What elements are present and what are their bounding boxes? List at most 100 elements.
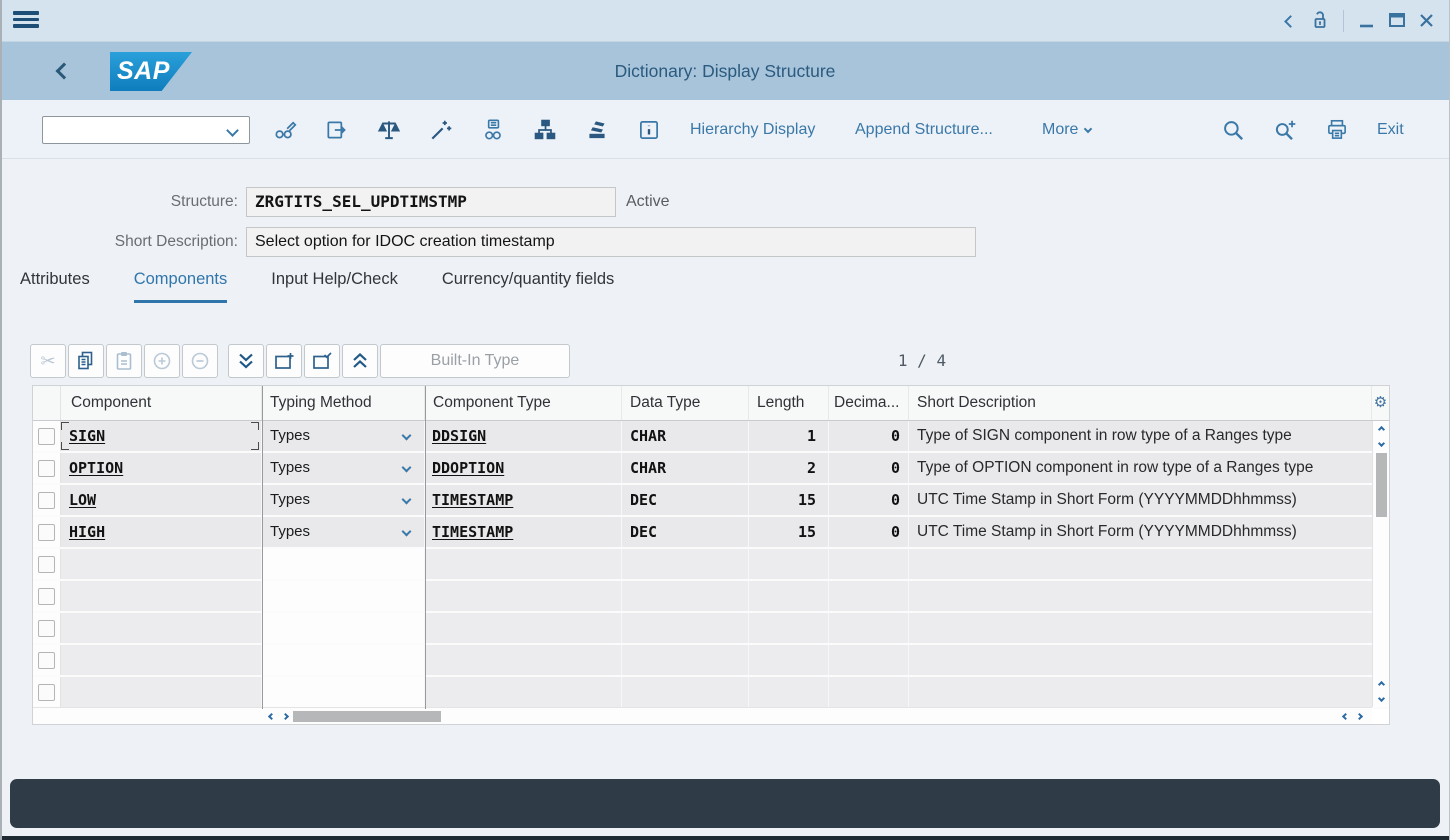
scroll-down-icon[interactable] [1377, 694, 1386, 703]
short-description-field[interactable]: Select option for IDOC creation timestam… [246, 227, 976, 257]
move-down-button[interactable] [228, 344, 264, 378]
toolbar: Hierarchy Display Append Structure... Mo… [0, 100, 1450, 159]
typing-method-cell[interactable]: Types [262, 517, 425, 547]
scroll-right-icon[interactable] [281, 712, 290, 721]
component-name-link[interactable]: LOW [69, 491, 96, 509]
row-checkbox[interactable] [38, 428, 55, 445]
component-type-link[interactable]: DDSIGN [432, 427, 486, 445]
typing-method-cell[interactable] [262, 581, 425, 611]
tab-currency-quantity-fields[interactable]: Currency/quantity fields [442, 270, 614, 303]
component-type-cell[interactable] [425, 645, 622, 675]
tab-attributes[interactable]: Attributes [20, 270, 90, 303]
component-name-link[interactable]: OPTION [69, 459, 123, 477]
unlock-icon[interactable] [1305, 6, 1335, 36]
append-structure-button[interactable]: Append Structure... [855, 100, 993, 159]
component-type-link[interactable]: DDOPTION [432, 459, 504, 477]
component-name-link[interactable]: HIGH [69, 523, 105, 541]
delete-row-button[interactable] [304, 344, 340, 378]
copy-button[interactable] [68, 344, 104, 378]
component-type-cell[interactable] [425, 677, 622, 707]
column-header-data-type[interactable]: Data Type [622, 386, 749, 420]
column-header-decimals[interactable]: Decima... [829, 386, 909, 420]
row-checkbox[interactable] [38, 684, 55, 701]
tab-components[interactable]: Components [134, 270, 228, 303]
component-cell[interactable] [61, 677, 262, 707]
search-plus-icon[interactable] [1271, 116, 1299, 144]
insert-row-button[interactable] [266, 344, 302, 378]
component-type-link[interactable]: TIMESTAMP [432, 491, 513, 509]
component-cell[interactable] [61, 549, 262, 579]
row-checkbox[interactable] [38, 556, 55, 573]
scroll-up-icon[interactable] [1377, 425, 1386, 434]
row-checkbox[interactable] [38, 524, 55, 541]
activate-wand-icon[interactable] [427, 116, 455, 144]
scroll-left-icon[interactable] [1341, 712, 1350, 721]
typing-method-cell[interactable] [262, 645, 425, 675]
exit-button[interactable]: Exit [1377, 100, 1404, 159]
horizontal-scrollbar[interactable] [33, 707, 1372, 724]
row-checkbox[interactable] [38, 620, 55, 637]
where-used-icon[interactable] [479, 116, 507, 144]
component-cell[interactable] [61, 581, 262, 611]
consistency-check-scales-icon[interactable] [375, 116, 403, 144]
scroll-right-icon[interactable] [1355, 712, 1364, 721]
row-checkbox[interactable] [38, 492, 55, 509]
component-type-cell[interactable] [425, 581, 622, 611]
close-icon[interactable] [1412, 6, 1442, 36]
hierarchy-display-button[interactable]: Hierarchy Display [690, 100, 815, 159]
hierarchy-icon[interactable] [531, 116, 559, 144]
typing-method-cell[interactable]: Types [262, 453, 425, 483]
more-menu-button[interactable]: More [1042, 100, 1091, 159]
delete-line-button[interactable] [182, 344, 218, 378]
row-checkbox[interactable] [38, 588, 55, 605]
row-checkbox[interactable] [38, 652, 55, 669]
typing-method-cell[interactable]: Types [262, 421, 425, 451]
tab-input-help-check[interactable]: Input Help/Check [271, 270, 398, 303]
column-header-length[interactable]: Length [749, 386, 829, 420]
typing-method-cell[interactable] [262, 549, 425, 579]
component-cell[interactable] [61, 645, 262, 675]
back-icon[interactable] [1275, 6, 1305, 36]
column-header-component-type[interactable]: Component Type [425, 386, 622, 420]
menu-icon[interactable] [13, 11, 39, 31]
structure-field[interactable]: ZRGTITS_SEL_UPDTIMSTMP [246, 187, 616, 217]
table-header-row: Component Typing Method Component Type D… [33, 386, 1389, 421]
typing-method-cell[interactable]: Types [262, 485, 425, 515]
chevron-down-icon[interactable] [226, 124, 239, 137]
maximize-icon[interactable] [1382, 6, 1412, 36]
info-icon[interactable] [635, 116, 663, 144]
typing-method-cell[interactable] [262, 677, 425, 707]
gear-icon[interactable]: ⚙ [1374, 394, 1387, 411]
scroll-up-icon[interactable] [1377, 680, 1386, 689]
typing-method-cell[interactable] [262, 613, 425, 643]
minimize-icon[interactable] [1352, 6, 1382, 36]
move-up-button[interactable] [342, 344, 378, 378]
row-checkbox[interactable] [38, 460, 55, 477]
vertical-scroll-thumb[interactable] [1376, 453, 1387, 517]
print-icon[interactable] [1323, 116, 1351, 144]
display-change-icon[interactable] [271, 116, 299, 144]
column-header-component[interactable]: Component [61, 386, 262, 420]
paste-icon [112, 349, 136, 373]
component-type-link[interactable]: TIMESTAMP [432, 523, 513, 541]
scroll-down-icon[interactable] [1377, 439, 1386, 448]
vertical-scrollbar[interactable] [1372, 421, 1389, 707]
row-select-cell [33, 485, 61, 515]
cut-button[interactable]: ✂ [30, 344, 66, 378]
paste-button[interactable] [106, 344, 142, 378]
column-header-short-description[interactable]: Short Description [909, 386, 1372, 420]
component-type-cell[interactable] [425, 613, 622, 643]
search-icon[interactable] [1219, 116, 1247, 144]
copy-object-icon[interactable] [323, 116, 351, 144]
builtin-type-button[interactable]: Built-In Type [380, 344, 570, 378]
component-type-cell[interactable] [425, 549, 622, 579]
select-all-header-cell[interactable] [33, 386, 61, 420]
layers-icon[interactable] [583, 116, 611, 144]
scroll-left-icon[interactable] [267, 712, 276, 721]
component-cell[interactable] [61, 613, 262, 643]
component-name-link[interactable]: SIGN [69, 427, 105, 445]
horizontal-scroll-thumb[interactable] [293, 711, 441, 722]
command-input[interactable] [42, 116, 250, 144]
insert-line-button[interactable] [144, 344, 180, 378]
column-header-typing-method[interactable]: Typing Method [262, 386, 425, 420]
